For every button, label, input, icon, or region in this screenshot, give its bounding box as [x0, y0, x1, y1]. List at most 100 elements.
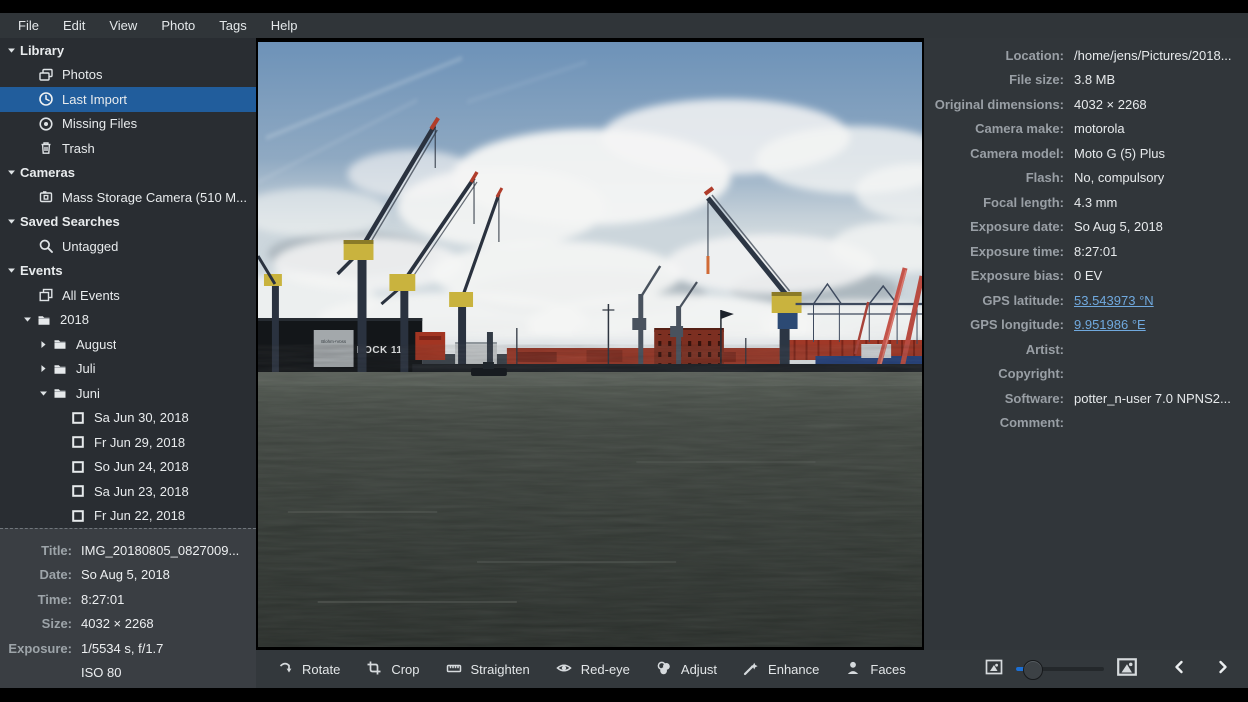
- menu-edit[interactable]: Edit: [51, 13, 97, 38]
- sidebar-item-jun-30[interactable]: Sa Jun 30, 2018: [0, 406, 256, 431]
- sidebar-item-last-import[interactable]: Last Import: [0, 87, 256, 112]
- straighten-icon: [446, 660, 462, 679]
- extended-properties-panel: Location: /home/jens/Pictures/2018... Fi…: [924, 38, 1248, 650]
- search-icon: [38, 238, 54, 254]
- folder-icon: [52, 385, 68, 401]
- menu-tags[interactable]: Tags: [207, 13, 258, 38]
- photo-harbour-image: Blohm+Voss DOCK 11: [258, 42, 922, 647]
- zoom-slider[interactable]: [1016, 667, 1104, 671]
- prop-row-software: Software: potter_n-user 7.0 NPNS2...: [924, 386, 1248, 411]
- enhance-icon: [743, 660, 759, 679]
- sidebar-item-mass-storage-camera[interactable]: Mass Storage Camera (510 M...: [0, 185, 256, 210]
- prop-row-camera-make: Camera make: motorola: [924, 117, 1248, 142]
- faces-icon: [845, 660, 861, 679]
- missing-files-icon: [38, 116, 54, 132]
- dock-small-sign-text: Blohm+Voss: [321, 339, 347, 344]
- sidebar-item-trash[interactable]: Trash: [0, 136, 256, 161]
- info-row-iso: ISO 80: [0, 661, 256, 686]
- sidebar-item-2018[interactable]: 2018: [0, 308, 256, 333]
- prop-row-location: Location: /home/jens/Pictures/2018...: [924, 43, 1248, 68]
- sidebar-item-august[interactable]: August: [0, 332, 256, 357]
- info-row-time: Time: 8:27:01: [0, 587, 256, 612]
- next-photo-button[interactable]: [1216, 659, 1230, 680]
- sidebar-item-jun-29[interactable]: Fr Jun 29, 2018: [0, 430, 256, 455]
- all-events-icon: [38, 287, 54, 303]
- sidebar-item-all-events[interactable]: All Events: [0, 283, 256, 308]
- sidebar-item-photos[interactable]: Photos: [0, 63, 256, 88]
- photos-icon: [38, 67, 54, 83]
- expander-down-icon[interactable]: [38, 388, 52, 399]
- zoom-slider-knob[interactable]: [1023, 660, 1043, 680]
- expander-down-icon[interactable]: [6, 45, 20, 56]
- sidebar-item-jun-23[interactable]: Sa Jun 23, 2018: [0, 479, 256, 504]
- bottom-black-strip: [0, 688, 1248, 702]
- adjust-button[interactable]: Adjust: [643, 650, 730, 688]
- sidebar-item-cameras[interactable]: Cameras: [0, 161, 256, 186]
- zoom-control: [984, 656, 1240, 683]
- prop-row-exposure-bias: Exposure bias: 0 EV: [924, 264, 1248, 289]
- expander-down-icon[interactable]: [6, 216, 20, 227]
- info-row-date: Date: So Aug 5, 2018: [0, 563, 256, 588]
- info-row-size: Size: 4032 × 2268: [0, 612, 256, 637]
- gps-longitude-link[interactable]: 9.951986 °E: [1074, 317, 1146, 332]
- last-import-icon: [38, 91, 54, 107]
- red-eye-icon: [556, 660, 572, 679]
- crop-button[interactable]: Crop: [353, 650, 432, 688]
- camera-icon: [38, 189, 54, 205]
- rotate-button[interactable]: Rotate: [264, 650, 353, 688]
- info-row-title: Title: IMG_20180805_0827009...: [0, 538, 256, 563]
- prop-row-focal-length: Focal length: 4.3 mm: [924, 190, 1248, 215]
- menu-help[interactable]: Help: [259, 13, 310, 38]
- folder-icon: [36, 312, 52, 328]
- zoom-in-photo-icon[interactable]: [1116, 656, 1138, 683]
- sidebar-tree: Library Photos Last Import Missing Files…: [0, 38, 256, 528]
- prop-row-gps-latitude: GPS latitude: 53.543973 °N: [924, 288, 1248, 313]
- event-date-icon: [70, 483, 86, 499]
- event-date-icon: [70, 508, 86, 524]
- expander-down-icon[interactable]: [6, 265, 20, 276]
- basic-info-panel: Title: IMG_20180805_0827009... Date: So …: [0, 528, 256, 688]
- event-date-icon: [70, 410, 86, 426]
- menu-file[interactable]: File: [6, 13, 51, 38]
- sidebar-item-missing-files[interactable]: Missing Files: [0, 112, 256, 137]
- red-eye-button[interactable]: Red-eye: [543, 650, 643, 688]
- menu-view[interactable]: View: [97, 13, 149, 38]
- gps-latitude-link[interactable]: 53.543973 °N: [1074, 293, 1154, 308]
- previous-photo-button[interactable]: [1172, 659, 1186, 680]
- sidebar-item-untagged[interactable]: Untagged: [0, 234, 256, 259]
- event-date-icon: [70, 459, 86, 475]
- prop-row-exposure-date: Exposure date: So Aug 5, 2018: [924, 215, 1248, 240]
- faces-button[interactable]: Faces: [832, 650, 918, 688]
- prop-row-gps-longitude: GPS longitude: 9.951986 °E: [924, 313, 1248, 338]
- crop-icon: [366, 660, 382, 679]
- sidebar-item-events[interactable]: Events: [0, 259, 256, 284]
- zoom-out-photo-icon[interactable]: [984, 657, 1004, 682]
- prop-row-flash: Flash: No, compulsory: [924, 166, 1248, 191]
- prop-row-artist: Artist:: [924, 337, 1248, 362]
- straighten-button[interactable]: Straighten: [433, 650, 543, 688]
- sidebar-item-juli[interactable]: Juli: [0, 357, 256, 382]
- sidebar-item-saved-searches[interactable]: Saved Searches: [0, 210, 256, 235]
- prop-row-file-size: File size: 3.8 MB: [924, 68, 1248, 93]
- prop-row-copyright: Copyright:: [924, 362, 1248, 387]
- sidebar-item-library[interactable]: Library: [0, 38, 256, 63]
- menu-photo[interactable]: Photo: [149, 13, 207, 38]
- rotate-icon: [277, 660, 293, 679]
- expander-down-icon[interactable]: [22, 314, 36, 325]
- trash-icon: [38, 140, 54, 156]
- folder-icon: [52, 361, 68, 377]
- expander-down-icon[interactable]: [6, 167, 20, 178]
- edit-toolbar: Rotate Crop Straighten Red-eye Adjust En…: [256, 650, 1248, 688]
- event-date-icon: [70, 434, 86, 450]
- expander-right-icon[interactable]: [38, 339, 52, 350]
- sidebar-item-juni[interactable]: Juni: [0, 381, 256, 406]
- sidebar-item-jun-22[interactable]: Fr Jun 22, 2018: [0, 504, 256, 529]
- expander-right-icon[interactable]: [38, 363, 52, 374]
- photo-navigation: [1172, 659, 1230, 680]
- info-row-exposure: Exposure: 1/5534 s, f/1.7: [0, 636, 256, 661]
- enhance-button[interactable]: Enhance: [730, 650, 832, 688]
- sidebar-item-jun-24[interactable]: So Jun 24, 2018: [0, 455, 256, 480]
- folder-icon: [52, 336, 68, 352]
- prop-row-comment: Comment:: [924, 411, 1248, 436]
- menubar: File Edit View Photo Tags Help: [0, 13, 1248, 38]
